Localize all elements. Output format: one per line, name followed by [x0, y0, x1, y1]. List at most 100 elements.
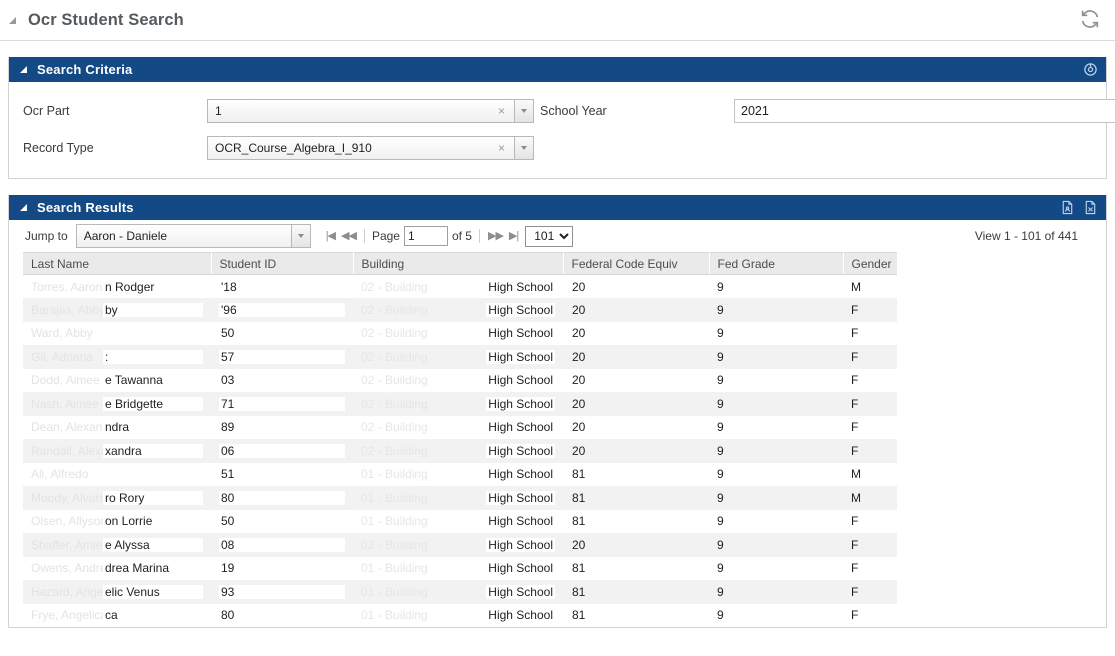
results-table: Last NameStudent IDBuildingFederal Code … [23, 252, 897, 627]
column-header-student-id[interactable]: Student ID [211, 253, 353, 275]
building-value: High School [486, 420, 555, 434]
jump-to-combo[interactable]: Aaron - Daniele [76, 224, 311, 248]
federal-code-value: 20 [571, 350, 701, 364]
building-redacted: 02 - Building [361, 538, 486, 552]
results-table-head: Last NameStudent IDBuildingFederal Code … [23, 253, 897, 275]
page-number-input[interactable] [404, 226, 448, 246]
building-value: High School [486, 397, 555, 411]
last-name-redacted: Ali, Alfredo [31, 467, 103, 481]
table-row[interactable]: Randall, Alexandraxandra102390602 - Buil… [23, 439, 897, 463]
collapse-caret-icon[interactable] [8, 14, 20, 26]
table-row[interactable]: Owens, Andreadrea Marina102331901 - Buil… [23, 557, 897, 581]
federal-code-value: 20 [571, 303, 701, 317]
table-row[interactable]: Gil, Adriana:102065702 - BuildingHigh Sc… [23, 345, 897, 369]
cell-student-id: 1020951 [211, 463, 353, 487]
criteria-column-left: Ocr Part 1 × Record Type OCR_Course_ [17, 92, 534, 166]
federal-code-value: 81 [571, 514, 701, 528]
panel-collapse-icon[interactable] [19, 64, 30, 75]
last-name-value: e Bridgette [103, 397, 203, 411]
column-header-building[interactable]: Building [353, 253, 563, 275]
next-page-icon[interactable]: ▶▶ [487, 231, 504, 242]
cell-last-name: Nash, Aimeee Bridgette [23, 392, 211, 416]
cell-last-name: Gil, Adriana: [23, 345, 211, 369]
cell-gender: F [843, 604, 897, 628]
page-size-select[interactable]: 101 [525, 226, 573, 247]
table-row[interactable]: Hazard, Angelicelic Venus102249301 - Bui… [23, 580, 897, 604]
record-type-dropdown-arrow-icon[interactable] [514, 136, 534, 160]
building-redacted: 02 - Building [361, 303, 486, 317]
school-year-input[interactable] [734, 99, 1115, 123]
cell-gender: F [843, 510, 897, 534]
cell-gender: F [843, 533, 897, 557]
field-row-spacer [534, 129, 1115, 166]
jump-to-dropdown-arrow-icon[interactable] [291, 224, 311, 248]
cell-student-id: 1022880 [211, 486, 353, 510]
cell-federal-code-equiv: 0081 [563, 510, 709, 534]
table-row[interactable]: Nash, Aimeee Bridgette102357102 - Buildi… [23, 392, 897, 416]
ocr-part-clear-icon[interactable]: × [493, 105, 510, 117]
federal-code-value: 20 [571, 420, 701, 434]
last-name-value: n Rodger [103, 280, 203, 294]
ocr-part-dropdown-arrow-icon[interactable] [514, 99, 534, 123]
table-row[interactable]: Ward, Abby102175002 - BuildingHigh Schoo… [23, 322, 897, 346]
ocr-part-input[interactable]: 1 × [207, 99, 514, 123]
results-collapse-icon[interactable] [19, 202, 30, 213]
record-type-combo[interactable]: OCR_Course_Algebra_I_910 × [207, 136, 534, 160]
cell-fed-grade: 9 [709, 369, 843, 393]
last-name-redacted: Gil, Adriana [31, 350, 103, 364]
last-name-redacted: Dean, Alexandra [31, 420, 103, 434]
table-row[interactable]: Dodd, Aimeee Tawanna102300302 - Building… [23, 369, 897, 393]
last-name-redacted: Barajas, Abby [31, 303, 103, 317]
table-row[interactable]: Frye, Angelicaca102388001 - BuildingHigh… [23, 604, 897, 628]
cell-gender: F [843, 369, 897, 393]
building-value: High School [486, 608, 555, 622]
last-page-icon[interactable]: ▶| [508, 231, 519, 242]
cell-last-name: Olsen, Allysonon Lorrie [23, 510, 211, 534]
record-type-clear-icon[interactable]: × [493, 142, 510, 154]
cell-gender: F [843, 439, 897, 463]
student-id-value: 08 [219, 538, 345, 552]
cell-building: 02 - BuildingHigh School [353, 298, 563, 322]
column-header-federal-code-equiv[interactable]: Federal Code Equiv [563, 253, 709, 275]
table-row[interactable]: Dean, Alexandrandra102328902 - BuildingH… [23, 416, 897, 440]
column-header-gender[interactable]: Gender [843, 253, 897, 275]
cell-last-name: Torres, Aaronn Rodger [23, 275, 211, 299]
export-excel-icon[interactable] [1083, 200, 1098, 215]
cell-building: 02 - BuildingHigh School [353, 345, 563, 369]
cell-fed-grade: 9 [709, 557, 843, 581]
cell-last-name: Randall, Alexandraxandra [23, 439, 211, 463]
total-pages-label: of 5 [452, 229, 472, 243]
ocr-part-combo[interactable]: 1 × [207, 99, 534, 123]
first-page-icon[interactable]: |◀ [325, 231, 336, 242]
building-redacted: 01 - Building [361, 585, 486, 599]
table-row[interactable]: Moody, Alvaroro Rory102288001 - Building… [23, 486, 897, 510]
last-name-redacted: Shaffer, Amie [31, 538, 103, 552]
prev-page-icon[interactable]: ◀◀ [340, 231, 357, 242]
search-criteria-header: Search Criteria [9, 57, 1106, 82]
cell-last-name: Owens, Andreadrea Marina [23, 557, 211, 581]
federal-code-value: 81 [571, 491, 701, 505]
cell-federal-code-equiv: 0020 [563, 369, 709, 393]
table-row[interactable]: Olsen, Allysonon Lorrie102035001 - Build… [23, 510, 897, 534]
table-row[interactable]: Barajas, Abbyby10251'9602 - BuildingHigh… [23, 298, 897, 322]
column-header-last-name[interactable]: Last Name [23, 253, 211, 275]
table-row[interactable]: Ali, Alfredo102095101 - BuildingHigh Sch… [23, 463, 897, 487]
table-row[interactable]: Shaffer, Amiee Alyssa102340802 - Buildin… [23, 533, 897, 557]
export-document-icon[interactable] [1060, 200, 1075, 215]
building-redacted: 01 - Building [361, 491, 486, 505]
column-header-fed-grade[interactable]: Fed Grade [709, 253, 843, 275]
building-value: High School [486, 444, 555, 458]
building-value: High School [486, 538, 555, 552]
jump-to-input[interactable]: Aaron - Daniele [76, 224, 291, 248]
cell-gender: F [843, 298, 897, 322]
search-results-panel: Search Results [8, 195, 1107, 628]
building-redacted: 01 - Building [361, 561, 486, 575]
refresh-icon[interactable] [1079, 8, 1101, 30]
table-row[interactable]: Torres, Aaronn Rodger10201'1802 - Buildi… [23, 275, 897, 299]
student-id-value: 80 [219, 491, 345, 505]
record-type-input[interactable]: OCR_Course_Algebra_I_910 × [207, 136, 514, 160]
cell-last-name: Ali, Alfredo [23, 463, 211, 487]
cell-building: 01 - BuildingHigh School [353, 580, 563, 604]
criteria-column-right: School Year [534, 92, 1115, 166]
gear-settings-icon[interactable] [1083, 62, 1098, 77]
